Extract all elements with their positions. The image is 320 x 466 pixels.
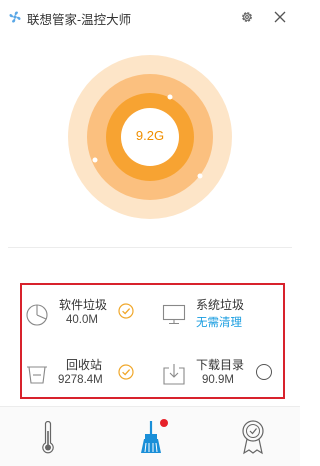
orbit-dot	[197, 173, 203, 179]
close-icon[interactable]	[274, 11, 286, 23]
notification-dot	[160, 419, 168, 427]
item-size-software-junk: 40.0M	[66, 314, 98, 326]
item-name-downloads: 下载目录	[196, 358, 245, 372]
award-icon	[242, 420, 264, 455]
divider	[8, 247, 292, 248]
orbit-dot	[167, 94, 173, 100]
fan-logo-icon	[9, 11, 21, 23]
unchecked-radio[interactable]	[256, 364, 272, 380]
usage-value: 9.2G	[135, 128, 165, 143]
item-name-software-junk: 软件垃圾	[59, 298, 108, 312]
item-size-downloads: 90.9M	[202, 374, 234, 386]
title-bar: 联想管家-温控大师	[0, 0, 300, 34]
app-title: 联想管家-温控大师	[27, 13, 132, 27]
download-box-icon	[163, 364, 185, 385]
tab-honors[interactable]	[200, 407, 300, 466]
bottom-nav	[0, 406, 300, 466]
check-icon[interactable]	[118, 303, 134, 319]
item-status-system-junk: 无需清理	[196, 317, 242, 329]
gear-icon[interactable]	[240, 10, 254, 24]
orbit-dot	[92, 157, 98, 163]
pie-icon	[26, 304, 48, 326]
item-size-recycle-bin: 9278.4M	[58, 374, 103, 386]
tab-cleanup[interactable]	[100, 407, 200, 466]
tab-temperature[interactable]	[0, 407, 100, 466]
item-name-system-junk: 系统垃圾	[196, 298, 245, 312]
recycle-bin-icon	[27, 366, 47, 384]
item-name-recycle-bin: 回收站	[66, 358, 103, 372]
monitor-icon	[162, 304, 186, 325]
check-icon[interactable]	[118, 364, 134, 380]
thermometer-icon	[42, 421, 54, 454]
